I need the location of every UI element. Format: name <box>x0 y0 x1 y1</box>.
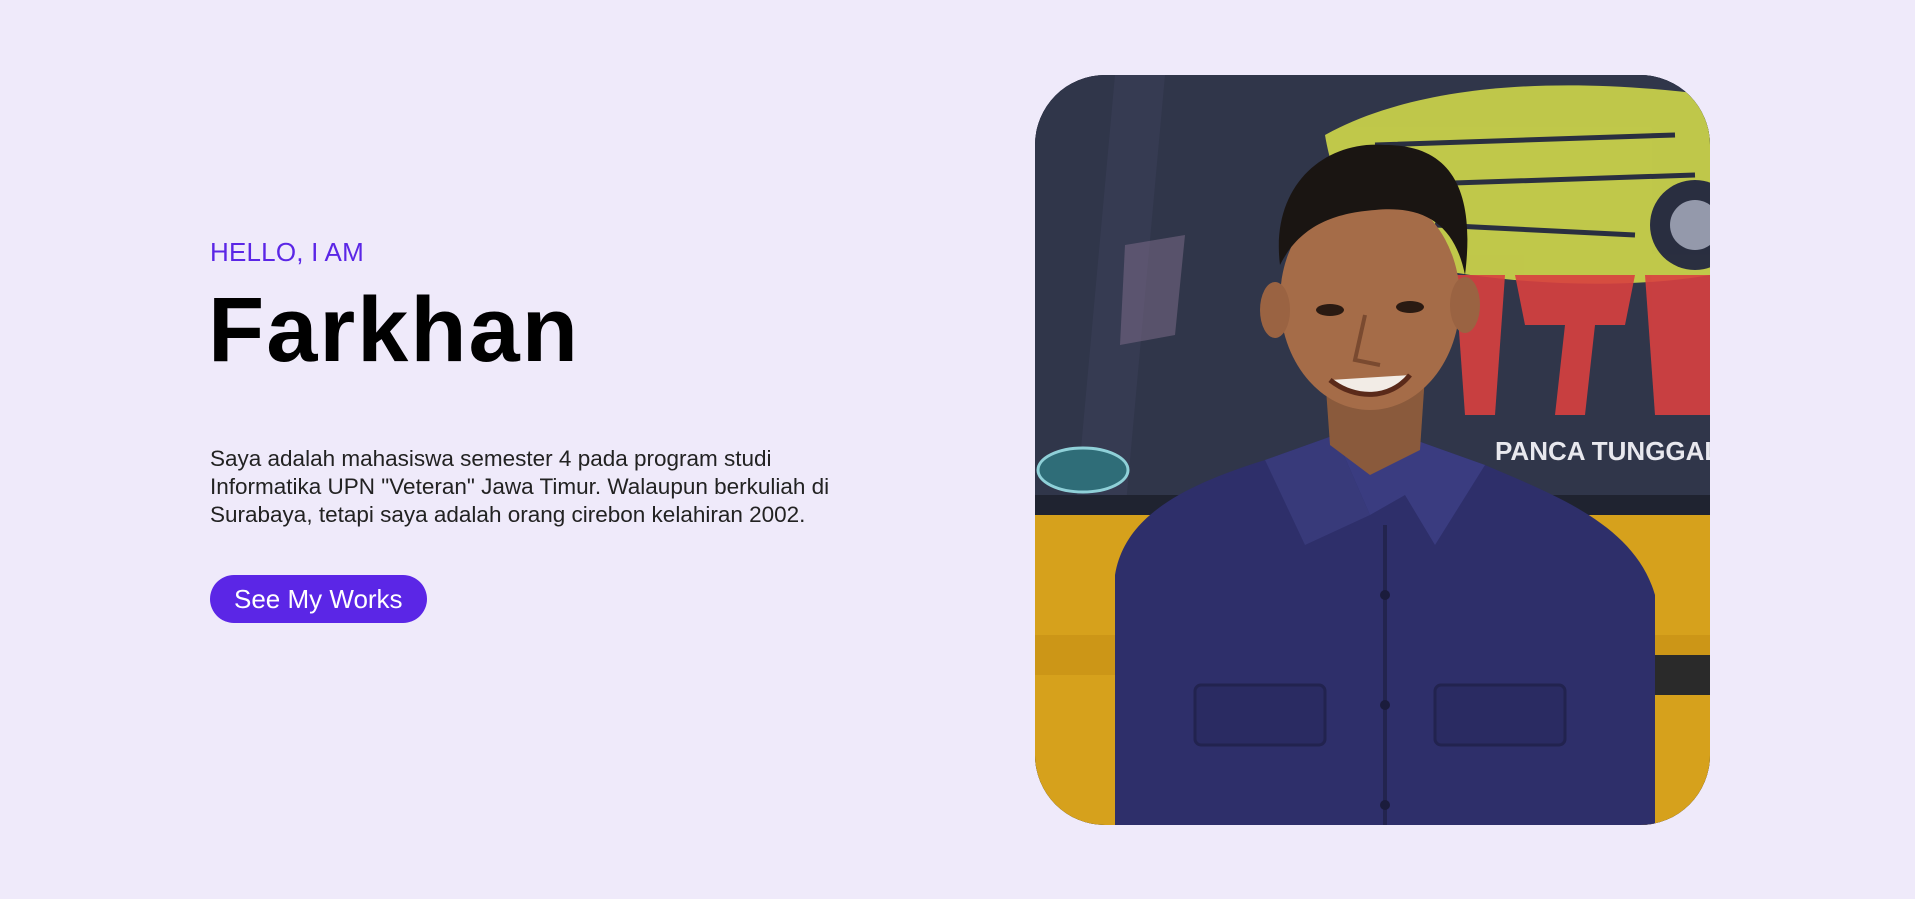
bio-text: Saya adalah mahasiswa semester 4 pada pr… <box>210 446 830 527</box>
hero-section: HELLO, I AM Farkhan Saya adalah mahasisw… <box>0 0 1915 899</box>
hero-text: HELLO, I AM Farkhan Saya adalah mahasisw… <box>208 230 850 623</box>
profile-photo: PANCA TUNGGAL <box>1035 75 1710 825</box>
hero-name: Farkhan <box>208 279 580 381</box>
greeting-text: HELLO, I AM <box>210 237 364 267</box>
see-my-works-button[interactable]: See My Works <box>210 575 427 623</box>
svg-text:PANCA TUNGGAL: PANCA TUNGGAL <box>1495 436 1710 466</box>
